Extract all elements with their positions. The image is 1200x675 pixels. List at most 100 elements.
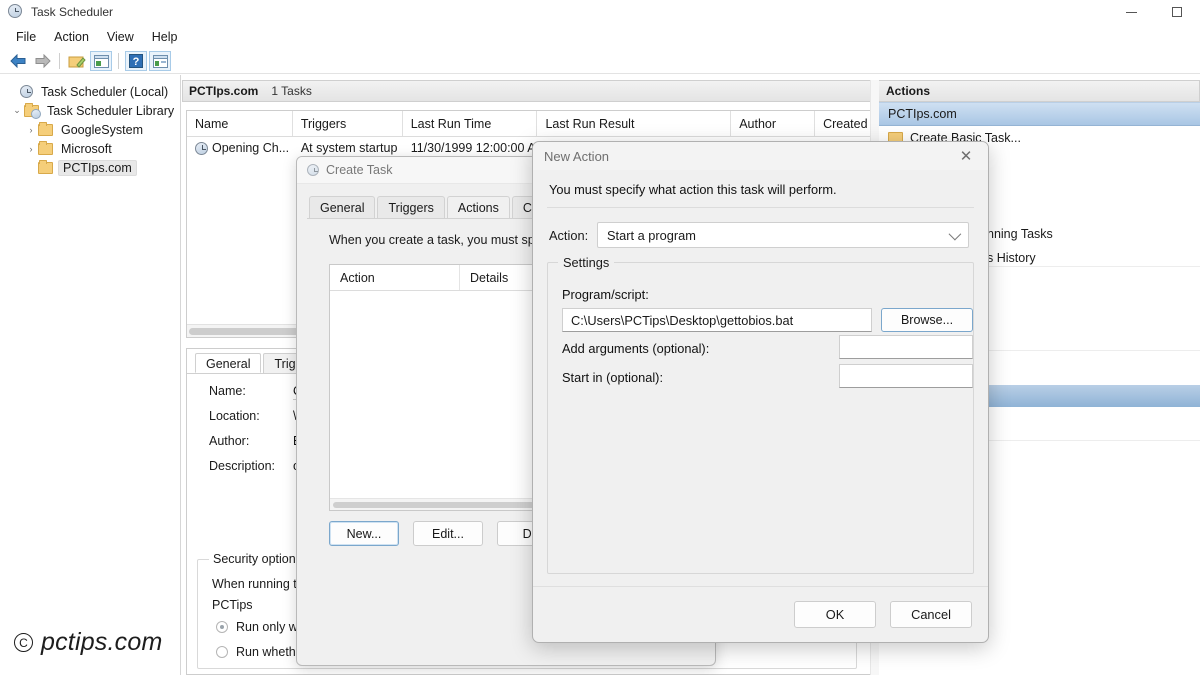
forward-icon[interactable] xyxy=(31,51,53,71)
column-header-last-run-result[interactable]: Last Run Result xyxy=(537,111,731,136)
minimize-button[interactable] xyxy=(1108,0,1154,24)
tree-item-label: Task Scheduler Library xyxy=(44,104,177,118)
menu-help[interactable]: Help xyxy=(143,28,187,46)
action-label: s History xyxy=(987,251,1036,265)
column-header-name[interactable]: Name xyxy=(187,111,293,136)
tree-item-label: GoogleSystem xyxy=(58,123,146,137)
tree-item-pctips-com[interactable]: PCTIps.com xyxy=(0,158,180,177)
show-hide-console-tree-icon[interactable] xyxy=(149,51,171,71)
task-scheduler-window: Task Scheduler File Action View Help ? xyxy=(0,0,1200,675)
title-bar: Task Scheduler xyxy=(0,0,1200,24)
settings-group: Settings Program/script: C:\Users\PCTips… xyxy=(547,262,974,574)
new-action-divider xyxy=(547,207,974,208)
action-label: Action: xyxy=(549,228,597,243)
new-folder-icon[interactable] xyxy=(66,51,88,71)
new-action-dialog: New Action ✕ You must specify what actio… xyxy=(532,141,989,643)
watermark: C pctips.com xyxy=(14,628,162,657)
new-action-instruction: You must specify what action this task w… xyxy=(533,170,988,207)
maximize-button[interactable] xyxy=(1154,0,1200,24)
tab-triggers[interactable]: Triggers xyxy=(377,196,444,218)
tree-item-label: Microsoft xyxy=(58,142,115,156)
menu-bar: File Action View Help xyxy=(0,26,1200,48)
detail-label: Description: xyxy=(209,459,293,473)
back-icon[interactable] xyxy=(7,51,29,71)
chevron-down-icon[interactable] xyxy=(949,228,962,241)
browse-button[interactable]: Browse... xyxy=(881,308,973,332)
radio-icon[interactable] xyxy=(216,621,228,633)
program-script-label: Program/script: xyxy=(562,287,649,302)
action-select[interactable]: Start a program xyxy=(597,222,969,248)
cell-name: Opening Ch... xyxy=(187,141,293,155)
task-list-folder-name: PCTIps.com xyxy=(189,84,258,98)
console-tree: Task Scheduler (Local) ⌄ Task Scheduler … xyxy=(0,75,180,177)
new-action-title: New Action xyxy=(544,149,609,164)
cell-name-text: Opening Ch... xyxy=(212,141,289,155)
folder-icon xyxy=(38,162,53,174)
action-select-value: Start a program xyxy=(607,228,696,243)
detail-label: Location: xyxy=(209,409,293,423)
grid-column-action[interactable]: Action xyxy=(330,265,460,290)
clock-icon xyxy=(20,85,33,98)
tab-general[interactable]: General xyxy=(309,196,375,218)
program-script-input[interactable]: C:\Users\PCTips\Desktop\gettobios.bat xyxy=(562,308,872,332)
tree-item-label: Task Scheduler (Local) xyxy=(38,85,171,99)
column-header-triggers[interactable]: Triggers xyxy=(293,111,403,136)
add-arguments-input[interactable] xyxy=(839,335,973,359)
help-icon[interactable]: ? xyxy=(125,51,147,71)
task-clock-icon xyxy=(195,142,208,155)
ok-button[interactable]: OK xyxy=(794,601,876,628)
column-header-last-run-time[interactable]: Last Run Time xyxy=(403,111,538,136)
tab-actions[interactable]: Actions xyxy=(447,196,510,218)
twisty[interactable]: ⌄ xyxy=(10,105,24,116)
properties-icon[interactable] xyxy=(90,51,112,71)
settings-title: Settings xyxy=(558,255,614,270)
tab-general[interactable]: General xyxy=(195,353,261,373)
menu-view[interactable]: View xyxy=(98,28,143,46)
clock-icon xyxy=(307,164,319,176)
actions-pane-section-pctips[interactable]: PCTIps.com xyxy=(879,102,1200,126)
cell-triggers: At system startup xyxy=(293,141,403,155)
actions-pane-header: Actions xyxy=(879,80,1200,102)
tree-item-task-scheduler-local[interactable]: Task Scheduler (Local) xyxy=(0,82,180,101)
cancel-button[interactable]: Cancel xyxy=(890,601,972,628)
close-icon[interactable]: ✕ xyxy=(944,142,988,170)
action-label: nning Tasks xyxy=(987,227,1053,241)
twisty[interactable]: › xyxy=(24,125,38,135)
toolbar-separator-1 xyxy=(59,53,60,69)
start-in-label: Start in (optional): xyxy=(562,370,663,385)
create-task-title: Create Task xyxy=(326,163,392,177)
detail-label: Name: xyxy=(209,384,293,398)
folder-icon xyxy=(38,124,53,136)
copyright-icon: C xyxy=(14,633,33,652)
toolbar: ? xyxy=(0,49,1200,74)
twisty[interactable]: › xyxy=(24,144,38,154)
start-in-input[interactable] xyxy=(839,364,973,388)
column-header-created[interactable]: Created xyxy=(815,111,875,136)
task-list-columns: Name Triggers Last Run Time Last Run Res… xyxy=(187,111,875,137)
security-options-title: Security options xyxy=(209,552,306,566)
edit-button[interactable]: Edit... xyxy=(413,521,483,546)
cell-last-run-time: 11/30/1999 12:00:00 AM xyxy=(403,141,538,155)
task-count: 1 Tasks xyxy=(271,84,311,98)
window-controls xyxy=(1108,0,1200,24)
program-script-value: C:\Users\PCTips\Desktop\gettobios.bat xyxy=(571,313,793,328)
column-header-author[interactable]: Author xyxy=(731,111,815,136)
library-folder-icon xyxy=(24,105,39,117)
app-clock-icon xyxy=(8,4,24,20)
detail-label: Author: xyxy=(209,434,293,448)
menu-action[interactable]: Action xyxy=(45,28,98,46)
tree-item-task-scheduler-library[interactable]: ⌄ Task Scheduler Library xyxy=(0,101,180,120)
menu-file[interactable]: File xyxy=(7,28,45,46)
console-tree-pane: Task Scheduler (Local) ⌄ Task Scheduler … xyxy=(0,75,181,675)
tree-item-microsoft[interactable]: › Microsoft xyxy=(0,139,180,158)
tree-item-googlesystem[interactable]: › GoogleSystem xyxy=(0,120,180,139)
window-title: Task Scheduler xyxy=(31,5,113,19)
action-type-row: Action: Start a program xyxy=(533,222,988,248)
add-arguments-label: Add arguments (optional): xyxy=(562,341,709,356)
tree-item-label: PCTIps.com xyxy=(58,160,137,176)
security-line-1: When running th xyxy=(212,577,304,591)
radio-icon[interactable] xyxy=(216,646,228,658)
new-button[interactable]: New... xyxy=(329,521,399,546)
watermark-text: pctips.com xyxy=(41,628,162,657)
security-line-2: PCTips xyxy=(212,598,253,612)
